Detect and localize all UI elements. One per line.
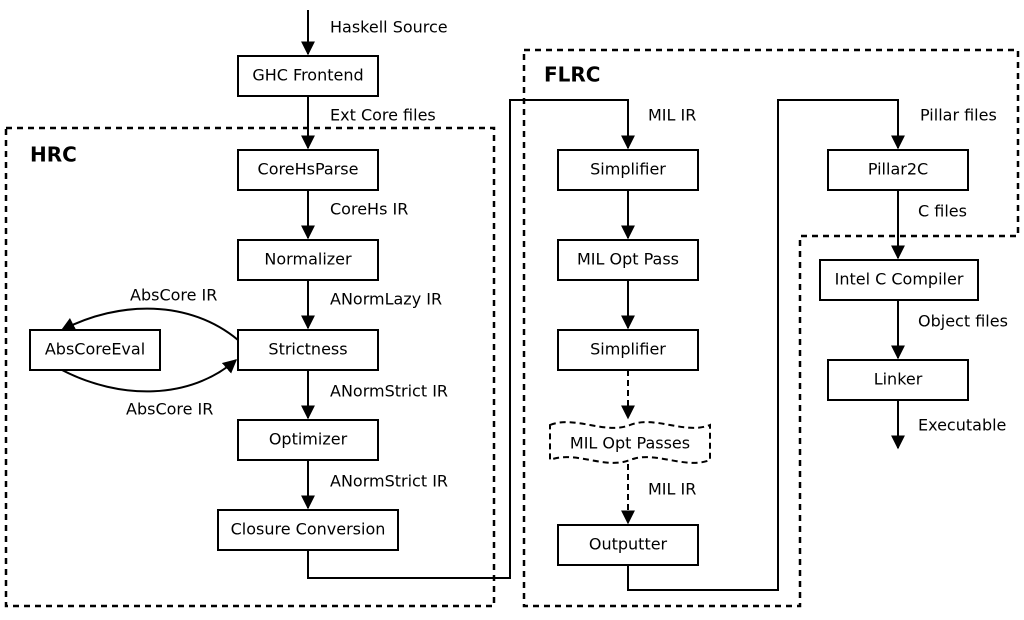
label-corehs-ir: CoreHs IR: [330, 200, 408, 219]
abscoreeval-label: AbsCoreEval: [45, 340, 145, 359]
label-mil-ir-out: MIL IR: [648, 480, 696, 499]
label-anormstrict1: ANormStrict IR: [330, 382, 448, 401]
normalizer-label: Normalizer: [264, 250, 352, 269]
corehsparse-label: CoreHsParse: [258, 160, 359, 179]
label-pillar-files: Pillar files: [920, 106, 997, 125]
flrc-title: FLRC: [544, 63, 600, 87]
intel-cc-label: Intel C Compiler: [835, 270, 964, 289]
strictness-label: Strictness: [268, 340, 347, 359]
label-haskell-source: Haskell Source: [330, 18, 448, 37]
label-ext-core: Ext Core files: [330, 106, 436, 125]
label-executable: Executable: [918, 416, 1006, 435]
linker-label: Linker: [874, 370, 923, 389]
label-anormlazy-ir: ANormLazy IR: [330, 290, 442, 309]
label-anormstrict2: ANormStrict IR: [330, 472, 448, 491]
optimizer-label: Optimizer: [269, 430, 348, 449]
simplifier2-label: Simplifier: [590, 340, 666, 359]
label-objfiles: Object files: [918, 312, 1008, 331]
pillar2c-label: Pillar2C: [868, 160, 928, 179]
hrc-title: HRC: [30, 143, 77, 167]
label-cfiles: C files: [918, 202, 967, 221]
label-abscore-bottom: AbsCore IR: [126, 400, 213, 419]
label-abscore-top: AbsCore IR: [130, 286, 217, 305]
compiler-pipeline-diagram: HRC FLRC GHC Frontend CoreHsParse Normal…: [0, 0, 1024, 620]
simplifier1-label: Simplifier: [590, 160, 666, 179]
mil-opt-passes-label: MIL Opt Passes: [570, 434, 690, 453]
outputter-label: Outputter: [589, 535, 668, 554]
mil-opt-pass-label: MIL Opt Pass: [577, 250, 679, 269]
label-mil-ir-in: MIL IR: [648, 106, 696, 125]
closure-conversion-label: Closure Conversion: [231, 520, 386, 539]
ghc-frontend-label: GHC Frontend: [252, 66, 363, 85]
